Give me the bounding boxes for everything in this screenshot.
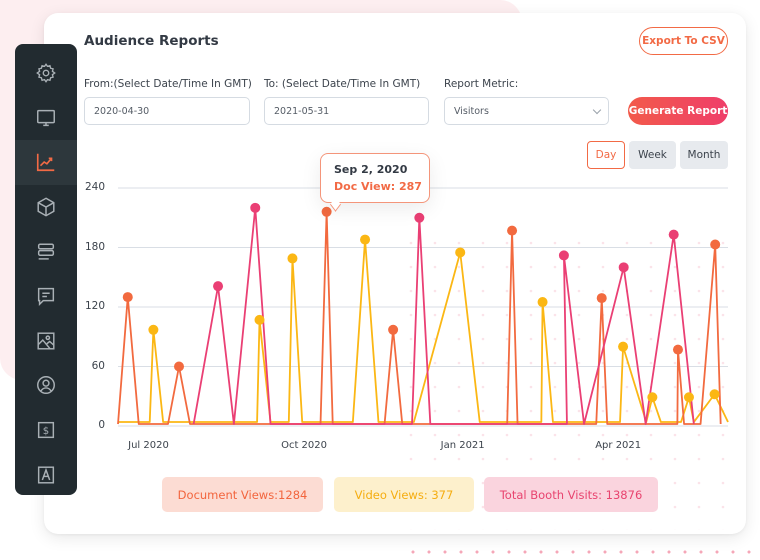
sidebar-item-content[interactable] bbox=[15, 229, 77, 274]
data-point-video-views bbox=[537, 297, 548, 308]
sidebar-item-fonts[interactable] bbox=[15, 452, 77, 497]
sidebar-item-reports[interactable] bbox=[15, 140, 77, 185]
message-icon bbox=[37, 288, 55, 307]
sidebar-item-media[interactable] bbox=[15, 319, 77, 364]
font-icon bbox=[37, 466, 55, 484]
cube-icon bbox=[37, 197, 55, 217]
sidebar-item-settings[interactable] bbox=[15, 51, 77, 96]
sidebar-item-payments[interactable]: $ bbox=[15, 408, 77, 453]
svg-text:$: $ bbox=[43, 426, 49, 437]
data-point-document-views bbox=[388, 324, 399, 335]
sidebar-item-display[interactable] bbox=[15, 96, 77, 141]
data-point-video-views bbox=[709, 389, 720, 400]
data-point-document-views bbox=[321, 206, 332, 217]
user-icon bbox=[37, 376, 55, 395]
data-point-document-views bbox=[710, 239, 721, 250]
list-icon bbox=[37, 243, 55, 260]
data-point-document-views bbox=[507, 225, 518, 236]
data-point-booth-visits bbox=[618, 262, 629, 273]
document-views-badge: Document Views:1284 bbox=[162, 477, 323, 512]
data-point-booth-visits bbox=[668, 229, 679, 240]
data-point-booth-visits bbox=[414, 212, 425, 223]
data-point-video-views bbox=[455, 247, 466, 258]
data-point-video-views bbox=[287, 253, 298, 264]
gear-icon bbox=[36, 63, 56, 84]
image-icon bbox=[37, 332, 55, 350]
video-views-badge: Video Views: 377 bbox=[334, 477, 474, 512]
data-point-video-views bbox=[360, 234, 371, 245]
data-point-video-views bbox=[254, 314, 265, 325]
data-point-booth-visits bbox=[250, 202, 261, 213]
data-point-document-views bbox=[672, 344, 683, 355]
sidebar-item-messages[interactable] bbox=[15, 274, 77, 319]
tooltip-value: Doc View: 287 bbox=[334, 180, 422, 193]
data-point-video-views bbox=[148, 324, 159, 335]
tooltip-date: Sep 2, 2020 bbox=[334, 163, 408, 176]
sidebar-item-users[interactable] bbox=[15, 363, 77, 408]
data-point-document-views bbox=[596, 293, 607, 304]
chart-icon bbox=[36, 154, 55, 172]
data-point-video-views bbox=[618, 341, 629, 352]
dollar-icon: $ bbox=[37, 421, 55, 439]
data-point-booth-visits bbox=[558, 250, 569, 261]
data-point-document-views bbox=[174, 361, 184, 372]
sidebar-item-booth[interactable] bbox=[15, 185, 77, 230]
data-point-video-views bbox=[647, 392, 658, 403]
line-chart bbox=[117, 187, 745, 530]
monitor-icon bbox=[37, 109, 55, 126]
data-point-video-views bbox=[683, 392, 694, 403]
data-point-booth-visits bbox=[213, 281, 224, 292]
data-point-document-views bbox=[122, 292, 133, 303]
chart-tooltip: Sep 2, 2020 Doc View: 287 bbox=[320, 153, 430, 203]
booth-visits-badge: Total Booth Visits: 13876 bbox=[484, 477, 658, 512]
sidebar: $ bbox=[15, 44, 77, 495]
